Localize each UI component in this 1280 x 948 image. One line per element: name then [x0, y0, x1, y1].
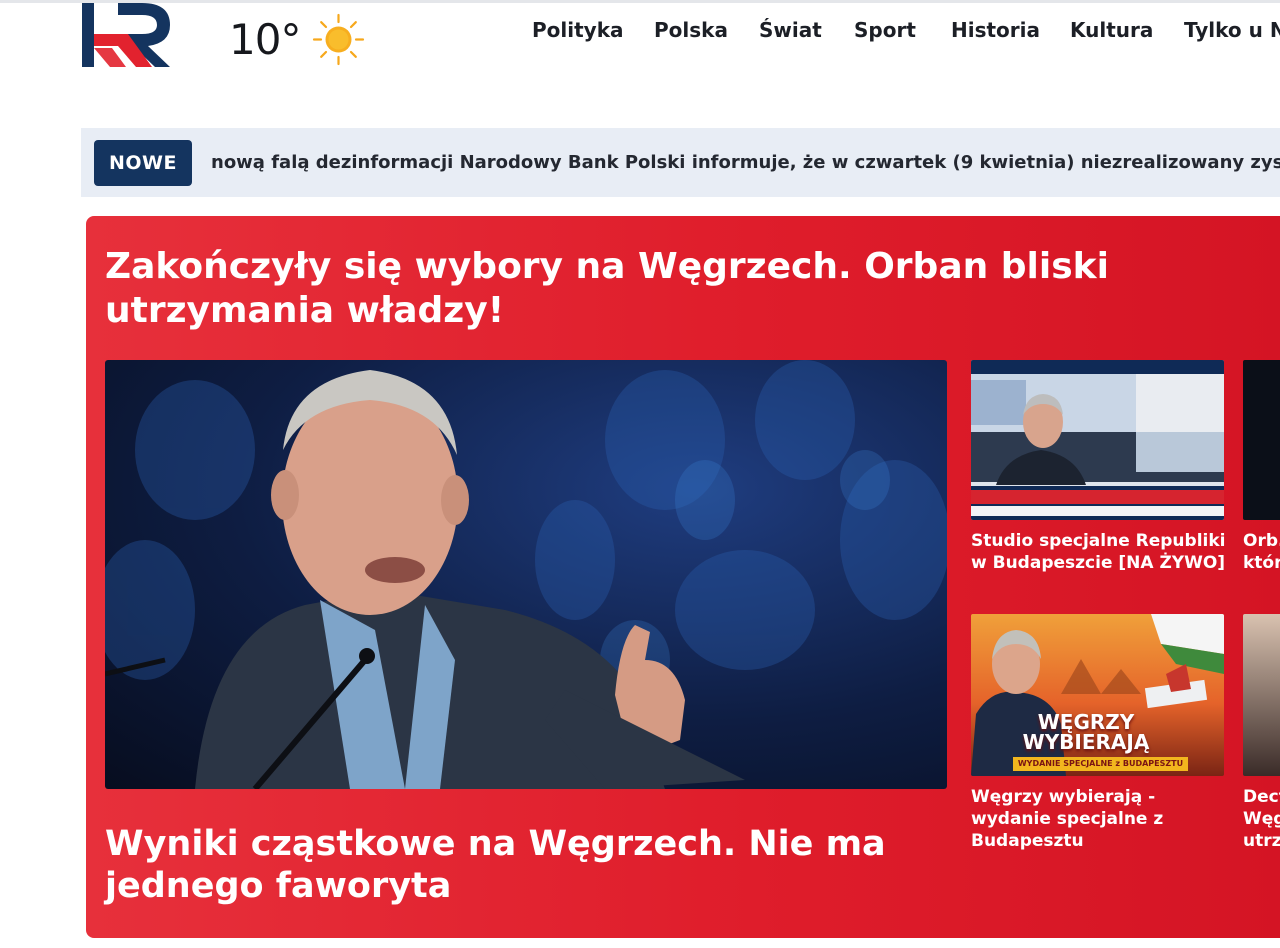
nav-swiat[interactable]: Świat — [759, 15, 822, 45]
nav-kultura[interactable]: Kultura — [1070, 15, 1153, 45]
side-article-3-image[interactable]: WĘGRZY WYBIERAJĄ WYDANIE SPECJALNE z BUD… — [971, 614, 1224, 776]
nav-tylko-u-nas[interactable]: Tylko u Nas — [1184, 15, 1280, 45]
hero-title[interactable]: Zakończyły się wybory na Węgrzech. Orban… — [105, 245, 1245, 333]
side-article-2-caption[interactable]: Orb... któr... — [1243, 530, 1280, 574]
main-article-image[interactable] — [105, 360, 947, 789]
hero-section: Zakończyły się wybory na Węgrzech. Orban… — [86, 216, 1280, 938]
side-article-1-image[interactable] — [971, 360, 1224, 520]
news-ticker: NOWE nową falą dezinformacji Narodowy Ba… — [81, 128, 1280, 197]
republika-logo[interactable] — [82, 3, 171, 67]
sun-icon — [312, 13, 365, 66]
side-article-4-caption[interactable]: Dect... Węg... utrz... — [1243, 786, 1280, 852]
main-article-caption[interactable]: Wyniki cząstkowe na Węgrzech. Nie ma jed… — [105, 823, 925, 907]
side-article-2-image[interactable] — [1243, 360, 1280, 520]
nav-polityka[interactable]: Polityka — [532, 15, 624, 45]
side-article-4-image[interactable] — [1243, 614, 1280, 776]
thumb-strip: WYDANIE SPECJALNE z BUDAPESZTU — [1013, 757, 1188, 771]
nav-polska[interactable]: Polska — [654, 15, 728, 45]
side-article-1-caption[interactable]: Studio specjalne Republiki w Budapeszcie… — [971, 530, 1226, 574]
thumb-banner-line-1: WĘGRZY — [1037, 710, 1135, 734]
side-article-3-caption[interactable]: Węgrzy wybierają - wydanie specjalne z B… — [971, 786, 1186, 852]
nowe-badge: NOWE — [94, 140, 192, 186]
ticker-text[interactable]: nową falą dezinformacji Narodowy Bank Po… — [211, 148, 1280, 178]
nav-historia[interactable]: Historia — [951, 15, 1040, 45]
temperature: 10° — [229, 15, 301, 64]
thumb-banner-line-2: WYBIERAJĄ — [1022, 730, 1150, 754]
top-border — [0, 0, 1280, 3]
nav-sport[interactable]: Sport — [854, 15, 916, 45]
thumb-banner: WĘGRZY WYBIERAJĄ — [1005, 712, 1167, 752]
